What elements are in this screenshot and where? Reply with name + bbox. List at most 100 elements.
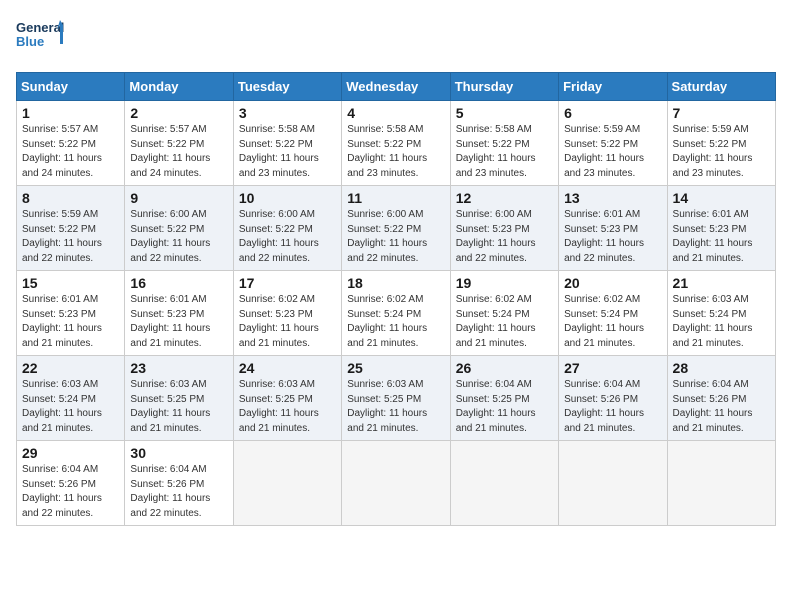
calendar-cell: 9 Sunrise: 6:00 AM Sunset: 5:22 PM Dayli… [125, 186, 233, 271]
calendar-cell: 27 Sunrise: 6:04 AM Sunset: 5:26 PM Dayl… [559, 356, 667, 441]
day-number: 22 [22, 360, 119, 376]
weekday-header: Saturday [667, 73, 775, 101]
calendar-cell [342, 441, 450, 526]
day-info: Sunrise: 5:59 AM Sunset: 5:22 PM Dayligh… [564, 124, 644, 179]
day-info: Sunrise: 6:03 AM Sunset: 5:25 PM Dayligh… [347, 379, 427, 434]
day-info: Sunrise: 6:04 AM Sunset: 5:26 PM Dayligh… [564, 379, 644, 434]
calendar-cell: 16 Sunrise: 6:01 AM Sunset: 5:23 PM Dayl… [125, 271, 233, 356]
weekday-header: Sunday [17, 73, 125, 101]
day-info: Sunrise: 6:02 AM Sunset: 5:24 PM Dayligh… [456, 294, 536, 349]
day-info: Sunrise: 6:03 AM Sunset: 5:24 PM Dayligh… [673, 294, 753, 349]
calendar-cell [450, 441, 558, 526]
day-info: Sunrise: 6:01 AM Sunset: 5:23 PM Dayligh… [130, 294, 210, 349]
calendar-cell: 17 Sunrise: 6:02 AM Sunset: 5:23 PM Dayl… [233, 271, 341, 356]
day-number: 7 [673, 105, 770, 121]
calendar-cell: 15 Sunrise: 6:01 AM Sunset: 5:23 PM Dayl… [17, 271, 125, 356]
day-number: 11 [347, 190, 444, 206]
day-info: Sunrise: 6:01 AM Sunset: 5:23 PM Dayligh… [22, 294, 102, 349]
calendar-cell: 3 Sunrise: 5:58 AM Sunset: 5:22 PM Dayli… [233, 101, 341, 186]
day-number: 21 [673, 275, 770, 291]
day-number: 14 [673, 190, 770, 206]
weekday-header-row: SundayMondayTuesdayWednesdayThursdayFrid… [17, 73, 776, 101]
calendar-cell: 26 Sunrise: 6:04 AM Sunset: 5:25 PM Dayl… [450, 356, 558, 441]
calendar-cell: 14 Sunrise: 6:01 AM Sunset: 5:23 PM Dayl… [667, 186, 775, 271]
day-number: 9 [130, 190, 227, 206]
day-info: Sunrise: 6:02 AM Sunset: 5:23 PM Dayligh… [239, 294, 319, 349]
day-number: 19 [456, 275, 553, 291]
calendar-cell: 11 Sunrise: 6:00 AM Sunset: 5:22 PM Dayl… [342, 186, 450, 271]
day-info: Sunrise: 6:04 AM Sunset: 5:26 PM Dayligh… [22, 464, 102, 519]
calendar-cell: 5 Sunrise: 5:58 AM Sunset: 5:22 PM Dayli… [450, 101, 558, 186]
day-number: 15 [22, 275, 119, 291]
day-number: 17 [239, 275, 336, 291]
day-number: 2 [130, 105, 227, 121]
calendar-cell: 23 Sunrise: 6:03 AM Sunset: 5:25 PM Dayl… [125, 356, 233, 441]
logo-svg: General Blue [16, 16, 66, 60]
day-info: Sunrise: 6:00 AM Sunset: 5:22 PM Dayligh… [130, 209, 210, 264]
calendar-cell: 21 Sunrise: 6:03 AM Sunset: 5:24 PM Dayl… [667, 271, 775, 356]
calendar-cell: 30 Sunrise: 6:04 AM Sunset: 5:26 PM Dayl… [125, 441, 233, 526]
day-info: Sunrise: 5:59 AM Sunset: 5:22 PM Dayligh… [22, 209, 102, 264]
day-number: 23 [130, 360, 227, 376]
svg-text:Blue: Blue [16, 34, 44, 49]
day-number: 8 [22, 190, 119, 206]
day-info: Sunrise: 6:01 AM Sunset: 5:23 PM Dayligh… [564, 209, 644, 264]
calendar-cell: 24 Sunrise: 6:03 AM Sunset: 5:25 PM Dayl… [233, 356, 341, 441]
day-info: Sunrise: 6:00 AM Sunset: 5:22 PM Dayligh… [239, 209, 319, 264]
weekday-header: Thursday [450, 73, 558, 101]
day-info: Sunrise: 6:03 AM Sunset: 5:25 PM Dayligh… [130, 379, 210, 434]
day-number: 25 [347, 360, 444, 376]
weekday-header: Friday [559, 73, 667, 101]
day-number: 10 [239, 190, 336, 206]
day-info: Sunrise: 5:58 AM Sunset: 5:22 PM Dayligh… [347, 124, 427, 179]
day-info: Sunrise: 6:03 AM Sunset: 5:25 PM Dayligh… [239, 379, 319, 434]
day-info: Sunrise: 6:01 AM Sunset: 5:23 PM Dayligh… [673, 209, 753, 264]
day-number: 28 [673, 360, 770, 376]
calendar-cell [559, 441, 667, 526]
svg-text:General: General [16, 20, 64, 35]
calendar-cell: 7 Sunrise: 5:59 AM Sunset: 5:22 PM Dayli… [667, 101, 775, 186]
day-number: 16 [130, 275, 227, 291]
calendar-cell: 4 Sunrise: 5:58 AM Sunset: 5:22 PM Dayli… [342, 101, 450, 186]
day-number: 13 [564, 190, 661, 206]
calendar-week-row: 15 Sunrise: 6:01 AM Sunset: 5:23 PM Dayl… [17, 271, 776, 356]
weekday-header: Tuesday [233, 73, 341, 101]
calendar-cell: 20 Sunrise: 6:02 AM Sunset: 5:24 PM Dayl… [559, 271, 667, 356]
day-number: 24 [239, 360, 336, 376]
calendar-week-row: 8 Sunrise: 5:59 AM Sunset: 5:22 PM Dayli… [17, 186, 776, 271]
logo: General Blue [16, 16, 66, 60]
day-info: Sunrise: 6:00 AM Sunset: 5:23 PM Dayligh… [456, 209, 536, 264]
day-number: 26 [456, 360, 553, 376]
day-info: Sunrise: 6:03 AM Sunset: 5:24 PM Dayligh… [22, 379, 102, 434]
calendar-cell: 6 Sunrise: 5:59 AM Sunset: 5:22 PM Dayli… [559, 101, 667, 186]
day-info: Sunrise: 6:00 AM Sunset: 5:22 PM Dayligh… [347, 209, 427, 264]
day-info: Sunrise: 6:02 AM Sunset: 5:24 PM Dayligh… [564, 294, 644, 349]
day-number: 18 [347, 275, 444, 291]
day-number: 1 [22, 105, 119, 121]
day-info: Sunrise: 6:02 AM Sunset: 5:24 PM Dayligh… [347, 294, 427, 349]
calendar-cell: 19 Sunrise: 6:02 AM Sunset: 5:24 PM Dayl… [450, 271, 558, 356]
day-number: 6 [564, 105, 661, 121]
weekday-header: Monday [125, 73, 233, 101]
day-info: Sunrise: 5:58 AM Sunset: 5:22 PM Dayligh… [239, 124, 319, 179]
calendar-week-row: 22 Sunrise: 6:03 AM Sunset: 5:24 PM Dayl… [17, 356, 776, 441]
calendar-cell: 25 Sunrise: 6:03 AM Sunset: 5:25 PM Dayl… [342, 356, 450, 441]
day-info: Sunrise: 5:58 AM Sunset: 5:22 PM Dayligh… [456, 124, 536, 179]
day-number: 5 [456, 105, 553, 121]
calendar-cell: 2 Sunrise: 5:57 AM Sunset: 5:22 PM Dayli… [125, 101, 233, 186]
calendar-week-row: 29 Sunrise: 6:04 AM Sunset: 5:26 PM Dayl… [17, 441, 776, 526]
calendar-cell: 12 Sunrise: 6:00 AM Sunset: 5:23 PM Dayl… [450, 186, 558, 271]
weekday-header: Wednesday [342, 73, 450, 101]
calendar-cell [233, 441, 341, 526]
day-number: 3 [239, 105, 336, 121]
day-number: 27 [564, 360, 661, 376]
day-info: Sunrise: 5:57 AM Sunset: 5:22 PM Dayligh… [22, 124, 102, 179]
calendar-cell: 8 Sunrise: 5:59 AM Sunset: 5:22 PM Dayli… [17, 186, 125, 271]
day-info: Sunrise: 6:04 AM Sunset: 5:26 PM Dayligh… [130, 464, 210, 519]
calendar-table: SundayMondayTuesdayWednesdayThursdayFrid… [16, 72, 776, 526]
day-number: 4 [347, 105, 444, 121]
calendar-cell [667, 441, 775, 526]
calendar-week-row: 1 Sunrise: 5:57 AM Sunset: 5:22 PM Dayli… [17, 101, 776, 186]
day-info: Sunrise: 6:04 AM Sunset: 5:25 PM Dayligh… [456, 379, 536, 434]
day-info: Sunrise: 5:57 AM Sunset: 5:22 PM Dayligh… [130, 124, 210, 179]
